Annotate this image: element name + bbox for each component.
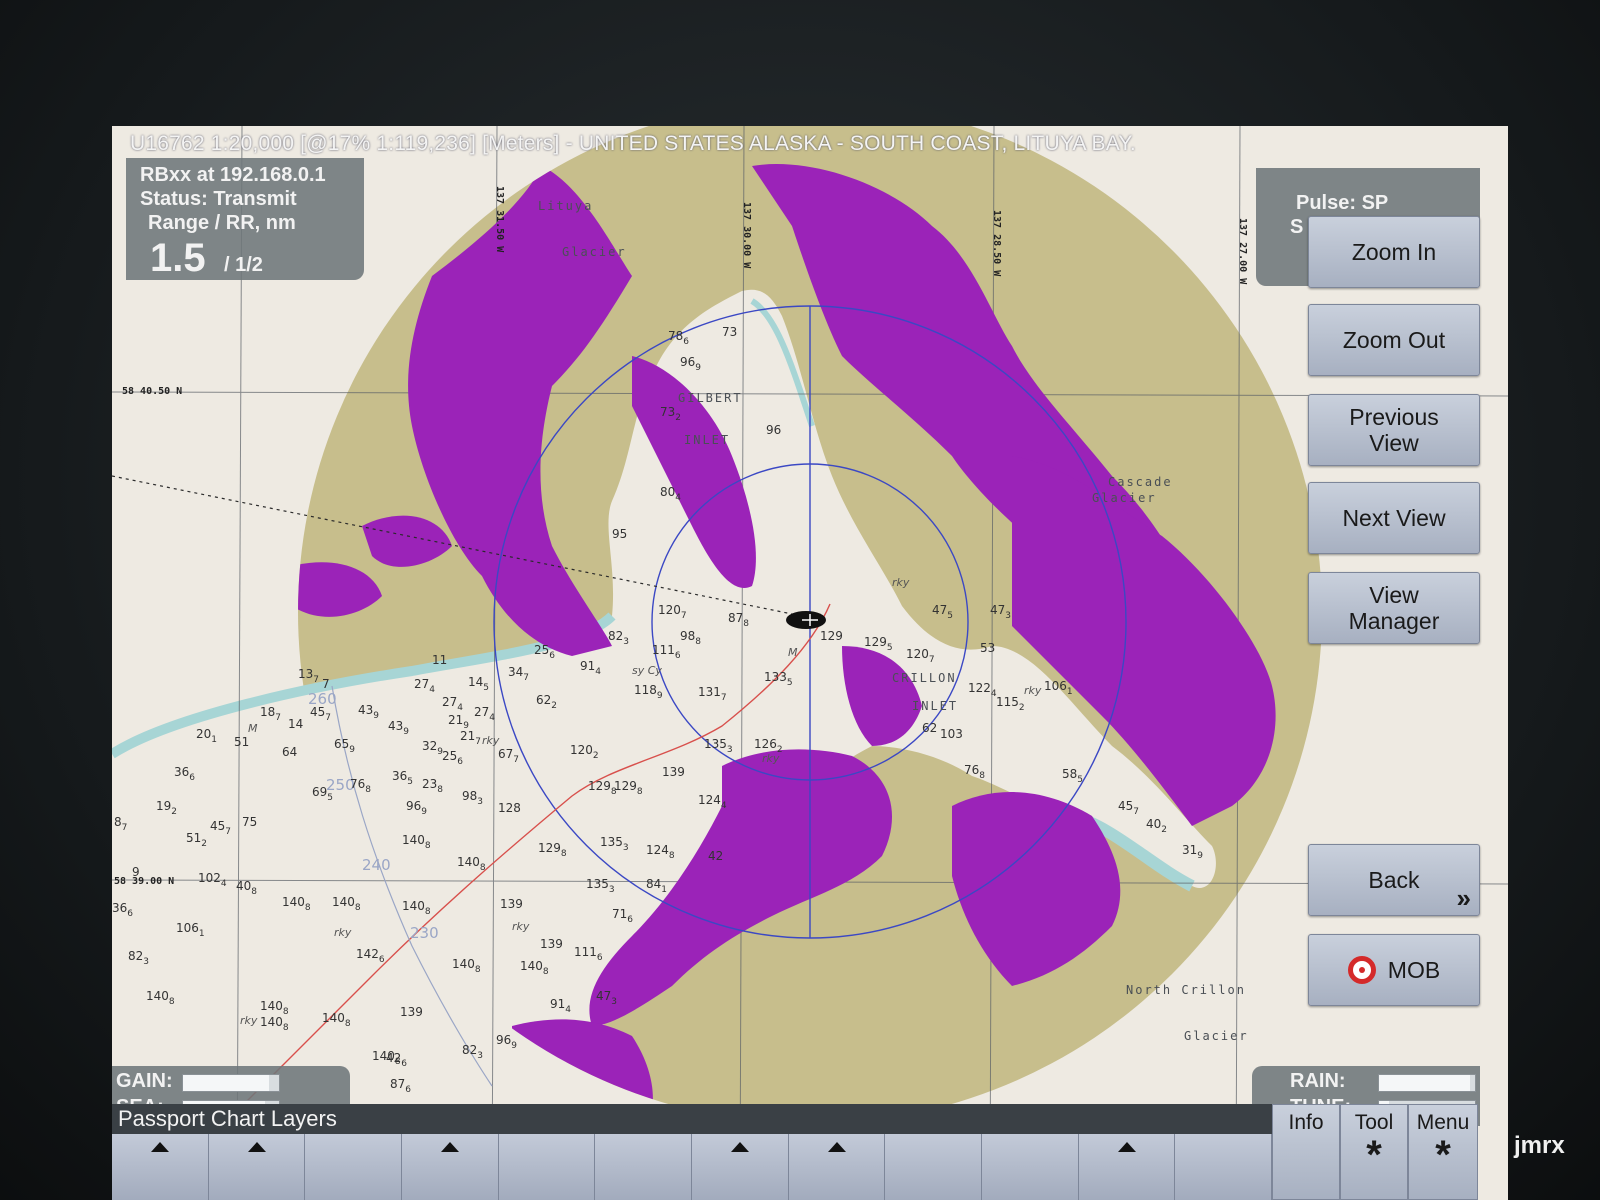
sounding-value: 53 bbox=[980, 641, 995, 655]
gain-slider[interactable] bbox=[182, 1074, 280, 1092]
previous-view-button[interactable]: Previous View bbox=[1308, 394, 1480, 466]
info-button[interactable]: Info bbox=[1272, 1104, 1340, 1200]
range-label: Range / RR, nm bbox=[148, 212, 296, 234]
bottom-softkey-5[interactable] bbox=[498, 1134, 596, 1200]
latitude-label: 58 39.00 N bbox=[114, 876, 174, 887]
view-manager-button[interactable]: View Manager bbox=[1308, 572, 1480, 644]
sounding-note: rky bbox=[482, 734, 500, 747]
longitude-label: 137 28.50 W bbox=[991, 210, 1002, 277]
bottom-softkey-1[interactable] bbox=[112, 1134, 209, 1200]
radar-status-text: Status: Transmit bbox=[140, 188, 297, 210]
pulse-label: Pulse: SP bbox=[1296, 192, 1389, 214]
sounding-value: 73 bbox=[722, 325, 737, 339]
sounding-value: 64 bbox=[282, 745, 297, 759]
sounding-note: rky bbox=[892, 576, 910, 589]
sounding-note: rky bbox=[512, 920, 530, 933]
sounding-value: 95 bbox=[612, 527, 627, 541]
bottom-softkey-3[interactable] bbox=[305, 1134, 403, 1200]
place-name-label: INLET bbox=[912, 699, 958, 713]
place-name-label: Glacier bbox=[562, 245, 627, 259]
place-name-label: CRILLON bbox=[892, 671, 957, 685]
sounding-note: rky bbox=[240, 1014, 258, 1027]
radar-status-panel[interactable]: RBxx at 192.168.0.1 Status: Transmit Ran… bbox=[126, 158, 364, 280]
zoom-out-button[interactable]: Zoom Out bbox=[1308, 304, 1480, 376]
up-arrow-icon bbox=[1117, 1142, 1136, 1152]
sounding-value: 139 bbox=[540, 937, 563, 951]
place-name-label: Lituya bbox=[538, 199, 593, 213]
rain-slider[interactable] bbox=[1378, 1074, 1476, 1092]
sounding-value: 62 bbox=[922, 721, 937, 735]
gain-label: GAIN: bbox=[116, 1070, 173, 1092]
bottom-softkey-2[interactable] bbox=[208, 1134, 306, 1200]
place-name-label: GILBERT bbox=[678, 391, 743, 405]
longitude-label: 137 31.50 W bbox=[494, 186, 505, 253]
sounding-value: 9 bbox=[132, 865, 140, 879]
sounding-value: 7 bbox=[322, 677, 330, 691]
sounding-value: 11 bbox=[432, 653, 447, 667]
sounding-value: 96 bbox=[766, 423, 781, 437]
bottom-softkey-11[interactable] bbox=[1078, 1134, 1176, 1200]
sounding-value: 75 bbox=[242, 815, 257, 829]
bottom-softkey-9[interactable] bbox=[885, 1134, 983, 1200]
radar-connection: RBxx at 192.168.0.1 bbox=[140, 164, 326, 186]
sounding-value: 128 bbox=[498, 801, 521, 815]
vessel-icon[interactable] bbox=[786, 611, 826, 629]
zoom-in-button[interactable]: Zoom In bbox=[1308, 216, 1480, 288]
sounding-note: M bbox=[788, 646, 798, 659]
sounding-value: 51 bbox=[234, 735, 249, 749]
sounding-value: 103 bbox=[940, 727, 963, 741]
sounding-note: rky bbox=[334, 926, 352, 939]
up-arrow-icon bbox=[247, 1142, 266, 1152]
double-chevron-icon: » bbox=[1456, 883, 1471, 913]
back-button[interactable]: Back » bbox=[1308, 844, 1480, 916]
up-arrow-icon bbox=[730, 1142, 749, 1152]
nautical-chart[interactable]: 260250240230 58 40.50 N58 39.00 N137 31.… bbox=[112, 126, 1508, 1200]
compass-degree-label: 230 bbox=[410, 924, 439, 942]
longitude-label: 137 30.00 W bbox=[741, 202, 752, 269]
watermark: jmrx bbox=[1514, 1132, 1565, 1159]
up-arrow-icon bbox=[150, 1142, 169, 1152]
compass-degree-label: 240 bbox=[362, 856, 391, 874]
longitude-label: 137 27.00 W bbox=[1237, 218, 1248, 285]
sounding-value: 129 bbox=[820, 629, 843, 643]
life-ring-icon bbox=[1347, 956, 1376, 984]
mob-button[interactable]: MOB bbox=[1308, 934, 1480, 1006]
range-value: 1.5 bbox=[150, 236, 206, 280]
pulse-second-line: S bbox=[1290, 216, 1304, 238]
bottom-softkey-row bbox=[112, 1134, 1273, 1200]
chart-screen[interactable]: 260 250 240 230 58 40.50 N 58 39.00 N 137 31.… bbox=[112, 126, 1508, 1200]
up-arrow-icon bbox=[440, 1142, 459, 1152]
place-name-label: Glacier bbox=[1092, 491, 1157, 505]
range-ring-value: / 1/2 bbox=[224, 254, 263, 276]
tool-button[interactable]: Tool * bbox=[1340, 1104, 1408, 1200]
sounding-value: 14 bbox=[288, 717, 303, 731]
bottom-softkey-6[interactable] bbox=[595, 1134, 693, 1200]
place-name-label: North Crillon bbox=[1126, 983, 1246, 997]
bottom-softkey-10[interactable] bbox=[982, 1134, 1079, 1200]
sounding-value: 139 bbox=[500, 897, 523, 911]
chart-layers-bar: Passport Chart Layers bbox=[112, 1104, 1272, 1134]
place-name-label: INLET bbox=[684, 433, 730, 447]
bottom-softkey-8[interactable] bbox=[788, 1134, 886, 1200]
bottom-softkey-7[interactable] bbox=[692, 1134, 789, 1200]
bottom-softkey-4[interactable] bbox=[402, 1134, 499, 1200]
menu-button[interactable]: Menu * bbox=[1408, 1104, 1478, 1200]
sounding-note: rky bbox=[762, 752, 780, 765]
next-view-button[interactable]: Next View bbox=[1308, 482, 1480, 554]
sounding-value: 139 bbox=[400, 1005, 423, 1019]
rain-label: RAIN: bbox=[1290, 1070, 1346, 1092]
chart-title: U16762 1:20,000 [@17% 1:119,236] [Meters… bbox=[130, 132, 1136, 155]
bottom-softkey-12[interactable] bbox=[1175, 1134, 1273, 1200]
place-name-label: Glacier bbox=[1184, 1029, 1249, 1043]
sounding-note: sy Cy bbox=[632, 664, 662, 677]
latitude-label: 58 40.50 N bbox=[122, 386, 182, 397]
up-arrow-icon bbox=[827, 1142, 846, 1152]
sounding-value: 42 bbox=[708, 849, 723, 863]
sounding-note: M bbox=[248, 722, 258, 735]
sounding-value: 139 bbox=[662, 765, 685, 779]
sounding-note: rky bbox=[1024, 684, 1042, 697]
place-name-label: Cascade bbox=[1108, 475, 1173, 489]
